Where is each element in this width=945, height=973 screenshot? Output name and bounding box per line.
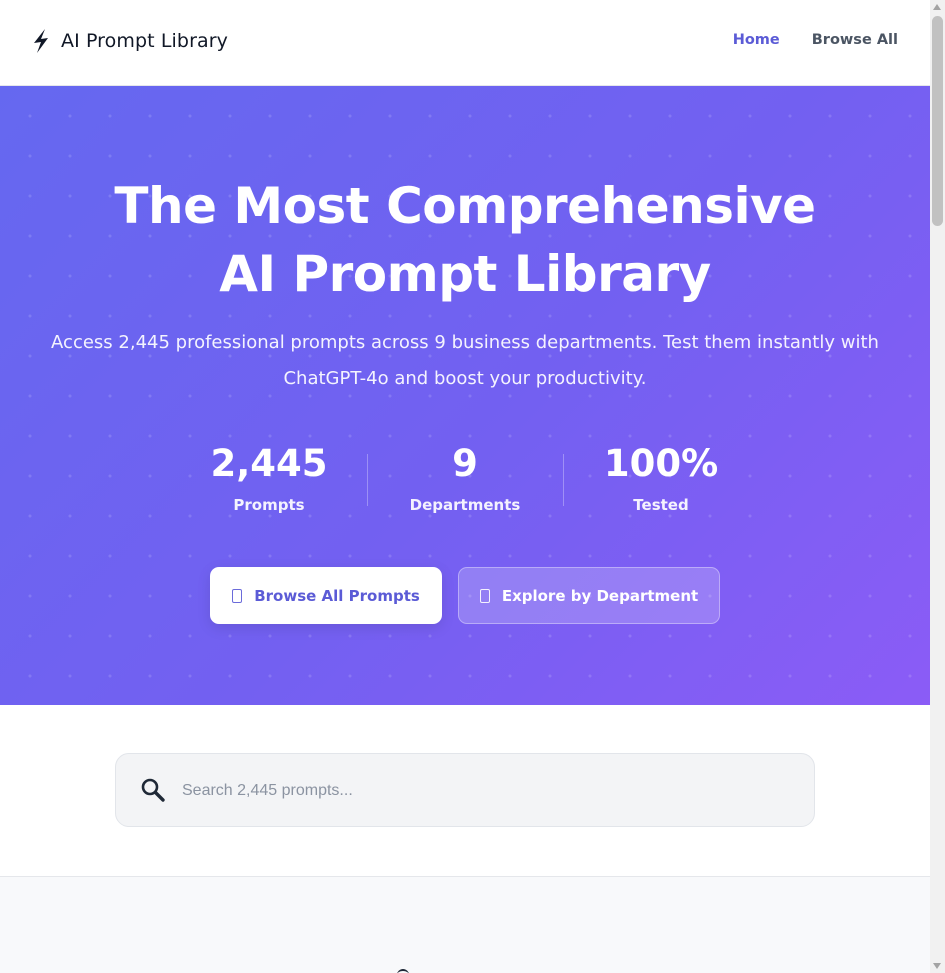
stats-row: 2,445 Prompts 9 Departments 100% Tested [0,442,930,514]
search-input[interactable] [180,754,804,827]
nav-link-home[interactable]: Home [733,32,780,48]
site-header: AI Prompt Library Home Browse All [0,0,930,86]
stat-label: Tested [633,496,689,514]
hero-title-line-1: The Most Comprehensive [114,177,816,235]
stat-label: Prompts [233,496,305,514]
search-box[interactable] [115,753,815,827]
stat-value: 2,445 [210,442,328,485]
search-section [0,705,930,877]
stat-value: 9 [452,442,478,485]
brand-name: AI Prompt Library [61,30,228,52]
search-icon [141,778,165,802]
hero-title-line-2: AI Prompt Library [219,245,711,303]
lightning-bolt-icon [34,29,48,53]
button-label: Explore by Department [501,586,699,605]
button-label: Browse All Prompts [254,586,420,605]
hero-actions: Browse All Prompts Explore by Department [0,567,930,624]
scroll-down-arrow-icon[interactable] [933,963,941,969]
hero-subtitle: Access 2,445 professional prompts across… [51,332,879,389]
nav-link-browse-all[interactable]: Browse All [812,32,898,48]
missing-glyph-icon [232,588,243,603]
main-nav: Home Browse All [733,32,898,48]
scrollbar-thumb[interactable] [932,16,943,226]
section-heading-partial [397,969,409,973]
missing-glyph-icon [479,588,490,603]
explore-by-department-button[interactable]: Explore by Department [458,567,720,624]
hero-section: The Most Comprehensive AI Prompt Library… [0,86,930,705]
browse-all-prompts-button[interactable]: Browse All Prompts [210,567,442,624]
stat-label: Departments [409,496,521,514]
stat-prompts: 2,445 Prompts [171,442,367,514]
stat-tested: 100% Tested [563,442,759,514]
stat-departments: 9 Departments [367,442,563,514]
content-section [0,877,930,973]
scroll-up-arrow-icon[interactable] [933,4,941,10]
scrollbar[interactable] [930,0,945,973]
page: AI Prompt Library Home Browse All The Mo… [0,0,930,973]
hero-title: The Most Comprehensive AI Prompt Library [0,172,930,308]
stat-value: 100% [603,442,719,485]
brand[interactable]: AI Prompt Library [31,28,228,54]
